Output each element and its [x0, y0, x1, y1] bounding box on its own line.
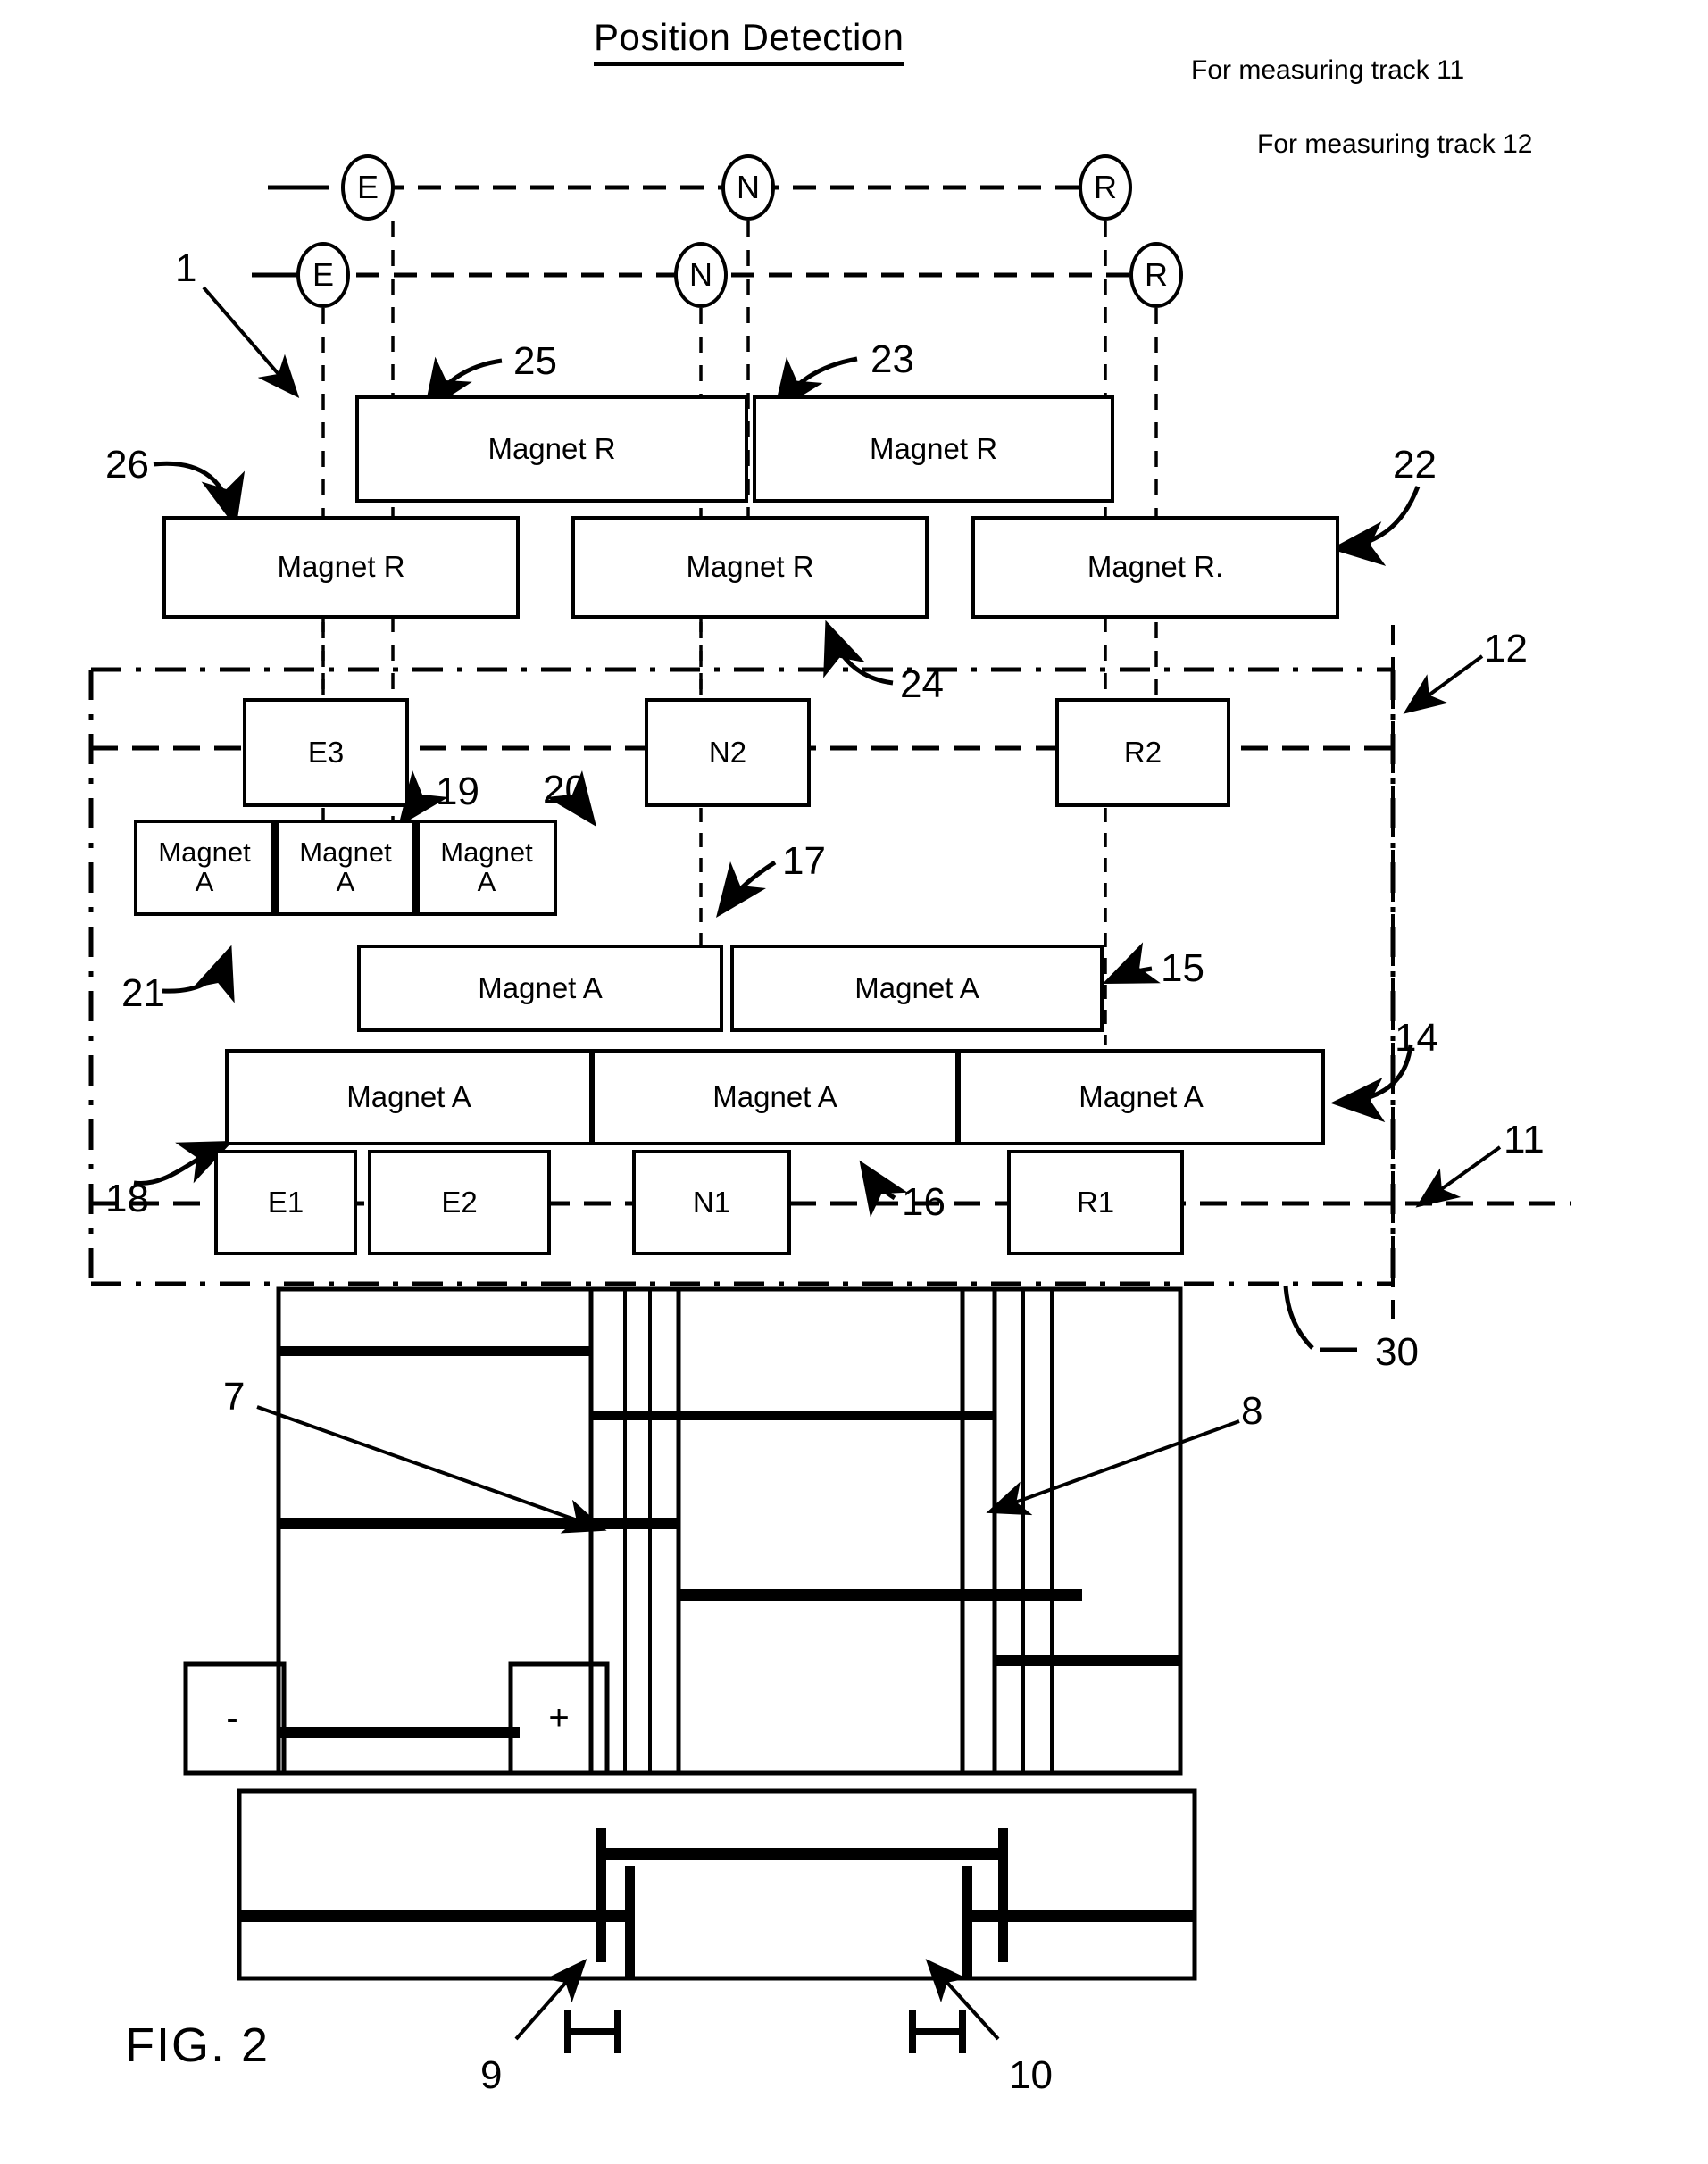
ref-24: 24 [900, 662, 944, 706]
ref-20: 20 [543, 768, 587, 812]
ref-16: 16 [902, 1180, 946, 1224]
ref-10: 10 [1009, 2053, 1053, 2097]
ref-8: 8 [1241, 1389, 1263, 1433]
ref-12: 12 [1484, 627, 1528, 670]
ref-9: 9 [480, 2053, 503, 2097]
polarity-plus: + [548, 1697, 570, 1737]
ref-14: 14 [1395, 1016, 1438, 1060]
ref-22: 22 [1393, 443, 1437, 487]
ref-26: 26 [105, 443, 149, 487]
node-e-track12[interactable]: E [296, 242, 350, 308]
ref-11: 11 [1504, 1118, 1545, 1161]
figure-canvas: Position Detection For measuring track 1… [0, 0, 1708, 2164]
node-n-track11[interactable]: N [721, 154, 775, 221]
ref-7: 7 [223, 1375, 246, 1419]
ref-25: 25 [513, 339, 557, 383]
figure-label: FIG. 2 [125, 2018, 271, 2072]
ref-17: 17 [782, 839, 826, 883]
ref-15: 15 [1161, 946, 1204, 990]
ref-21: 21 [121, 971, 165, 1015]
ref-23: 23 [871, 337, 914, 381]
node-n-track12[interactable]: N [674, 242, 728, 308]
ref-30: 30 [1375, 1330, 1419, 1374]
polarity-minus: - [226, 1698, 238, 1738]
ref-1: 1 [175, 246, 197, 290]
ref-19: 19 [436, 770, 479, 813]
track-pattern-schematic [183, 1286, 1197, 2053]
node-r-track12[interactable]: R [1129, 242, 1183, 308]
node-r-track11[interactable]: R [1079, 154, 1132, 221]
ref-18: 18 [105, 1177, 149, 1220]
node-e-track11[interactable]: E [341, 154, 395, 221]
